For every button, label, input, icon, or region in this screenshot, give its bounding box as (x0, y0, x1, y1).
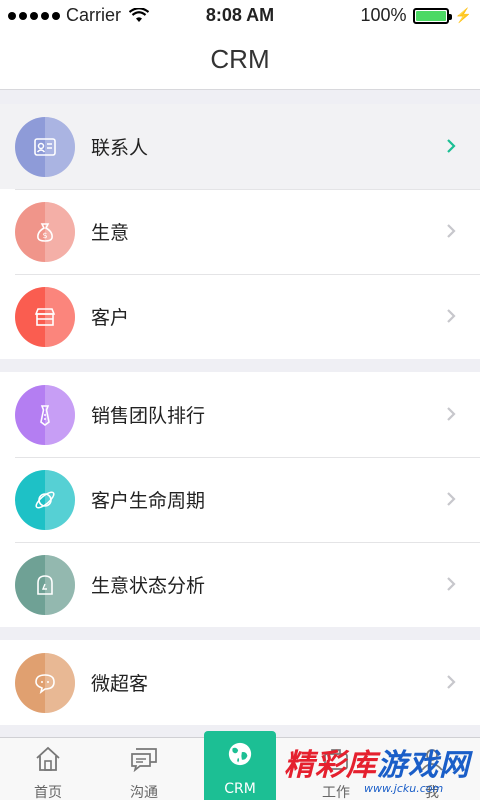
watermark-logo: 精彩库游戏网 www.jcku.com (284, 740, 480, 800)
tab-communication[interactable]: 沟通 (96, 738, 192, 800)
navigation-bar: CRM (0, 30, 480, 90)
tie-icon (15, 384, 75, 445)
tab-label: CRM (224, 781, 256, 797)
watermark-text-red: 精彩库 (284, 748, 377, 783)
menu-item-label: 客户生命周期 (91, 490, 206, 512)
home-icon (36, 746, 60, 771)
battery-icon (412, 7, 452, 24)
menu-item-wechat-customers[interactable]: 微超客 (0, 640, 480, 725)
menu-group-2: 销售团队排行 客户生命周期 生意状态分析 (0, 372, 480, 627)
message-icon (131, 748, 157, 772)
charging-icon: ⚡ (454, 7, 472, 23)
watermark-text-blue: 游戏网 (377, 748, 470, 783)
menu-item-customers[interactable]: 客户 (0, 274, 480, 359)
chevron-right-icon (447, 577, 456, 591)
menu-item-label: 联系人 (91, 137, 149, 159)
menu-item-sales-ranking[interactable]: 销售团队排行 (0, 372, 480, 457)
chevron-right-icon (447, 407, 456, 421)
svg-text:$: $ (42, 231, 47, 240)
chat-bubble-icon (15, 652, 75, 713)
contact-card-icon (15, 116, 75, 177)
globe-icon (228, 742, 252, 766)
menu-item-label: 生意状态分析 (91, 575, 206, 597)
watermark-url: www.jcku.com (364, 782, 444, 795)
chevron-right-icon (447, 224, 456, 238)
money-bag-icon: $ (15, 201, 75, 262)
chevron-right-icon (447, 492, 456, 506)
battery-percent: 100% (360, 5, 407, 25)
menu-item-business-status[interactable]: 生意状态分析 (0, 542, 480, 627)
menu-item-contacts[interactable]: 联系人 (0, 104, 480, 189)
menu-item-label: 客户 (91, 307, 130, 329)
menu-group-1: 联系人 $ 生意 客户 (0, 104, 480, 359)
menu-item-business[interactable]: $ 生意 (0, 189, 480, 274)
status-bar: Carrier 8:08 AM 100% ⚡ (0, 0, 480, 30)
chevron-right-icon (447, 309, 456, 323)
store-icon (15, 286, 75, 347)
chevron-right-icon (447, 139, 456, 153)
menu-group-3: 微超客 (0, 640, 480, 725)
page-title: CRM (210, 44, 270, 74)
menu-item-customer-lifecycle[interactable]: 客户生命周期 (0, 457, 480, 542)
chevron-right-icon (447, 675, 456, 689)
tab-crm[interactable]: CRM (204, 731, 276, 800)
menu-item-label: 生意 (91, 222, 130, 244)
menu-item-label: 销售团队排行 (91, 405, 206, 427)
tab-home[interactable]: 首页 (0, 738, 96, 800)
tombstone-icon (15, 554, 75, 615)
tab-label: 沟通 (130, 785, 158, 800)
tab-label: 首页 (34, 785, 62, 800)
planet-icon (15, 469, 75, 530)
menu-item-label: 微超客 (91, 673, 149, 695)
battery-status: 100% ⚡ (361, 5, 472, 26)
